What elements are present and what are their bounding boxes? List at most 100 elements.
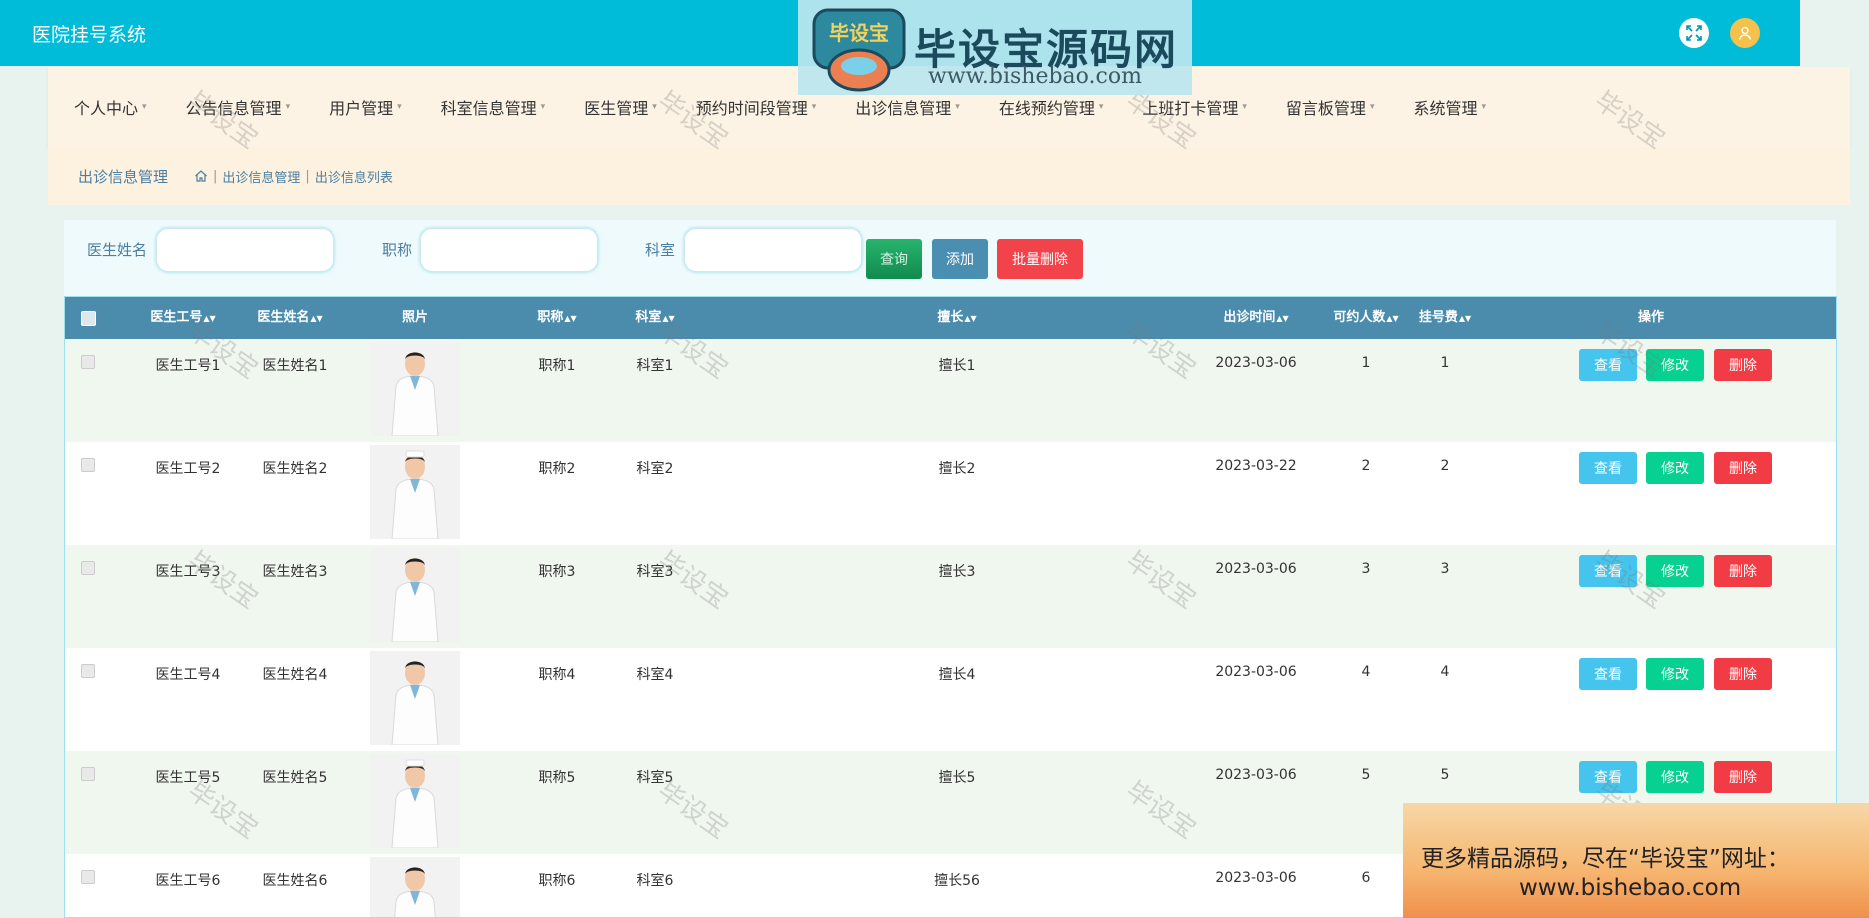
breadcrumb-separator: | <box>305 168 310 184</box>
edit-button[interactable]: 修改 <box>1646 658 1704 690</box>
cell-visit-time: 2023-03-06 <box>1215 355 1297 371</box>
edit-button[interactable]: 修改 <box>1646 349 1704 381</box>
title-input[interactable] <box>420 228 598 272</box>
home-icon[interactable] <box>194 169 208 183</box>
col-header-department[interactable]: 科室▲▼ <box>625 297 685 339</box>
nav-item-8[interactable]: 上班打卡管理 ▾ <box>1142 95 1247 119</box>
row-checkbox[interactable] <box>81 767 95 781</box>
doctor-photo[interactable] <box>370 548 460 642</box>
cell-specialty: 擅长5 <box>938 770 976 786</box>
nav-item-label: 公告信息管理 <box>185 99 282 118</box>
sort-icon[interactable]: ▲▼ <box>662 314 674 323</box>
edit-button[interactable]: 修改 <box>1646 555 1704 587</box>
row-checkbox[interactable] <box>81 870 95 884</box>
col-header-actions: 操作 <box>1637 310 1664 325</box>
logo-mascot-icon: 毕设宝 <box>812 8 906 92</box>
delete-button[interactable]: 删除 <box>1714 349 1772 381</box>
nav-item-label: 留言板管理 <box>1285 99 1366 118</box>
nav-item-1[interactable]: 公告信息管理 ▾ <box>186 95 291 119</box>
caret-down-icon: ▾ <box>811 102 817 112</box>
delete-button[interactable]: 删除 <box>1714 452 1772 484</box>
delete-button[interactable]: 删除 <box>1714 658 1772 690</box>
cell-specialty: 擅长1 <box>938 358 976 374</box>
add-button[interactable]: 添加 <box>932 239 988 279</box>
caret-down-icon: ▾ <box>1098 102 1104 112</box>
caret-down-icon: ▾ <box>1369 102 1375 112</box>
sort-icon[interactable]: ▲▼ <box>964 314 976 323</box>
doctor-photo[interactable] <box>370 754 460 848</box>
nav-item-label: 用户管理 <box>329 99 394 118</box>
cell-fee: 1 <box>1440 355 1450 371</box>
nav-item-5[interactable]: 预约时间段管理 ▾ <box>696 95 817 119</box>
table-row: 医生工号3 医生姓名3 职称3 科室3 擅长3 2023-03-06 3 3 查看 修改 删除 <box>65 545 1836 648</box>
cell-doctor-id: 医生工号1 <box>155 358 221 374</box>
sort-icon[interactable]: ▲▼ <box>564 314 576 323</box>
col-header-capacity[interactable]: 可约人数▲▼ <box>1321 297 1411 339</box>
cell-doctor-name: 医生姓名3 <box>262 564 328 580</box>
row-checkbox[interactable] <box>81 458 95 472</box>
col-header-specialty[interactable]: 擅长▲▼ <box>927 297 987 339</box>
view-button[interactable]: 查看 <box>1579 761 1637 793</box>
cell-visit-time: 2023-03-06 <box>1215 767 1297 783</box>
sort-icon[interactable]: ▲▼ <box>1386 314 1398 323</box>
batch-delete-button[interactable]: 批量删除 <box>997 239 1083 279</box>
col-header-photo: 照片 <box>401 310 428 325</box>
nav-item-10[interactable]: 系统管理 ▾ <box>1413 95 1486 119</box>
cell-department: 科室2 <box>636 461 674 477</box>
nav-item-3[interactable]: 科室信息管理 ▾ <box>441 95 546 119</box>
fullscreen-button[interactable] <box>1679 18 1709 48</box>
search-form: 医生姓名 职称 科室 查询 添加 批量删除 <box>64 220 1836 298</box>
col-header-doctor-id[interactable]: 医生工号▲▼ <box>138 297 228 339</box>
sort-icon[interactable]: ▲▼ <box>310 314 322 323</box>
nav-item-7[interactable]: 在线预约管理 ▾ <box>999 95 1104 119</box>
view-button[interactable]: 查看 <box>1579 452 1637 484</box>
app-title: 医院挂号系统 <box>32 24 147 46</box>
sort-icon[interactable]: ▲▼ <box>1276 314 1288 323</box>
sort-icon[interactable]: ▲▼ <box>1459 314 1471 323</box>
nav-item-4[interactable]: 医生管理 ▾ <box>584 95 657 119</box>
nav-item-2[interactable]: 用户管理 ▾ <box>329 95 402 119</box>
caret-down-icon: ▾ <box>285 102 291 112</box>
cell-title: 职称1 <box>538 358 576 374</box>
doctor-photo[interactable] <box>370 342 460 436</box>
table-row: 医生工号4 医生姓名4 职称4 科室4 擅长4 2023-03-06 4 4 查看 修改 删除 <box>65 648 1836 751</box>
cell-fee: 4 <box>1440 664 1450 680</box>
logo-url: www.bishebao.com <box>928 64 1142 89</box>
cell-visit-time: 2023-03-06 <box>1215 664 1297 680</box>
cell-department: 科室3 <box>636 564 674 580</box>
col-header-doctor-name[interactable]: 医生姓名▲▼ <box>245 297 335 339</box>
edit-button[interactable]: 修改 <box>1646 452 1704 484</box>
nav-item-0[interactable]: 个人中心 ▾ <box>74 95 147 119</box>
cell-fee: 2 <box>1440 458 1450 474</box>
cell-capacity: 5 <box>1361 767 1371 783</box>
row-checkbox[interactable] <box>81 664 95 678</box>
doctor-photo[interactable] <box>370 857 460 917</box>
nav-item-9[interactable]: 留言板管理 ▾ <box>1286 95 1375 119</box>
edit-button[interactable]: 修改 <box>1646 761 1704 793</box>
cell-doctor-name: 医生姓名4 <box>262 667 328 683</box>
view-button[interactable]: 查看 <box>1579 349 1637 381</box>
col-header-fee[interactable]: 挂号费▲▼ <box>1410 297 1480 339</box>
col-header-title[interactable]: 职称▲▼ <box>527 297 587 339</box>
row-checkbox[interactable] <box>81 561 95 575</box>
delete-button[interactable]: 删除 <box>1714 555 1772 587</box>
caret-down-icon: ▾ <box>1481 102 1487 112</box>
cell-doctor-id: 医生工号6 <box>155 873 221 889</box>
select-all-checkbox[interactable] <box>81 311 96 326</box>
nav-item-label: 预约时间段管理 <box>695 99 808 118</box>
user-avatar-button[interactable] <box>1730 18 1760 48</box>
doctor-name-input[interactable] <box>156 228 334 272</box>
delete-button[interactable]: 删除 <box>1714 761 1772 793</box>
nav-item-6[interactable]: 出诊信息管理 ▾ <box>855 95 960 119</box>
caret-down-icon: ▾ <box>142 102 147 112</box>
view-button[interactable]: 查看 <box>1579 555 1637 587</box>
department-input[interactable] <box>684 228 862 272</box>
col-header-visit-time[interactable]: 出诊时间▲▼ <box>1211 297 1301 339</box>
doctor-photo[interactable] <box>370 445 460 539</box>
view-button[interactable]: 查看 <box>1579 658 1637 690</box>
sort-icon[interactable]: ▲▼ <box>203 314 215 323</box>
row-checkbox[interactable] <box>81 355 95 369</box>
breadcrumb-item-section[interactable]: 出诊信息管理 <box>222 167 300 186</box>
query-button[interactable]: 查询 <box>866 239 922 279</box>
doctor-photo[interactable] <box>370 651 460 745</box>
